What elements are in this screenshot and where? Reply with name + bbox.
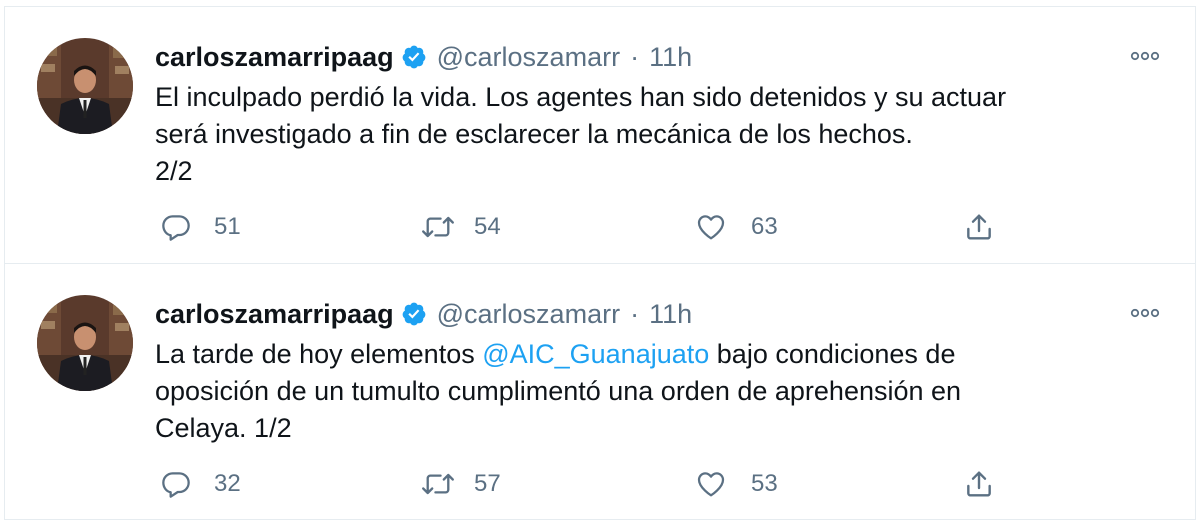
reply-icon bbox=[162, 215, 190, 241]
more-options-icon[interactable] bbox=[1125, 300, 1165, 326]
share-icon bbox=[967, 214, 991, 240]
like-count: 53 bbox=[751, 470, 778, 497]
like-count: 63 bbox=[751, 213, 778, 240]
retweet-icon bbox=[422, 216, 454, 238]
separator-dot: · bbox=[630, 298, 640, 329]
share-button[interactable] bbox=[963, 207, 1017, 247]
separator-dot: · bbox=[630, 41, 640, 72]
share-button[interactable] bbox=[963, 464, 1017, 504]
tweet-text-line: Celaya. 1/2 bbox=[155, 413, 292, 443]
reply-button[interactable]: 51 bbox=[160, 207, 241, 247]
tweet-actions: 32 57 53 bbox=[155, 464, 1015, 504]
heart-icon bbox=[697, 472, 725, 497]
tweet[interactable]: carloszamarripaag @carloszamarr · 11h La… bbox=[5, 264, 1195, 520]
retweet-count: 54 bbox=[474, 213, 501, 240]
reply-count: 51 bbox=[214, 213, 241, 240]
tweet-text-line: La tarde de hoy elementos @AIC_Guanajuat… bbox=[155, 336, 1155, 373]
verified-badge-icon bbox=[401, 44, 427, 70]
tweet[interactable]: carloszamarripaag @carloszamarr · 11h El… bbox=[5, 7, 1195, 264]
tweet-header: carloszamarripaag @carloszamarr · 11h bbox=[155, 294, 692, 334]
heart-icon bbox=[697, 215, 725, 240]
retweet-button[interactable]: 54 bbox=[420, 207, 501, 247]
tweet-text: El inculpado perdió la vida. Los agentes… bbox=[155, 79, 1155, 190]
tweet-text-line: 2/2 bbox=[155, 156, 193, 186]
timestamp[interactable]: 11h bbox=[649, 299, 692, 330]
display-name[interactable]: carloszamarripaag bbox=[155, 299, 394, 330]
tweet-header: carloszamarripaag @carloszamarr · 11h bbox=[155, 37, 692, 77]
retweet-icon bbox=[422, 473, 454, 495]
tweet-text-line: El inculpado perdió la vida. Los agentes… bbox=[155, 82, 1007, 112]
text-segment: La tarde de hoy elementos bbox=[155, 339, 483, 369]
share-icon bbox=[967, 471, 991, 497]
verified-badge-icon bbox=[401, 301, 427, 327]
user-handle[interactable]: @carloszamarr bbox=[437, 299, 620, 330]
avatar[interactable] bbox=[37, 295, 133, 391]
more-options-icon[interactable] bbox=[1125, 43, 1165, 69]
user-handle[interactable]: @carloszamarr bbox=[437, 42, 620, 73]
like-button[interactable]: 53 bbox=[695, 464, 778, 504]
retweet-button[interactable]: 57 bbox=[420, 464, 501, 504]
avatar[interactable] bbox=[37, 38, 133, 134]
timeline: carloszamarripaag @carloszamarr · 11h El… bbox=[4, 6, 1196, 520]
timestamp[interactable]: 11h bbox=[649, 42, 692, 73]
retweet-count: 57 bbox=[474, 470, 501, 497]
tweet-actions: 51 54 63 bbox=[155, 207, 1015, 247]
tweet-text-line: será investigado a fin de esclarecer la … bbox=[155, 119, 913, 149]
tweet-text: La tarde de hoy elementos @AIC_Guanajuat… bbox=[155, 336, 1155, 447]
reply-button[interactable]: 32 bbox=[160, 464, 241, 504]
text-segment: bajo condiciones de bbox=[709, 339, 956, 369]
reply-icon bbox=[162, 472, 190, 498]
mention-link[interactable]: @AIC_Guanajuato bbox=[482, 339, 709, 369]
like-button[interactable]: 63 bbox=[695, 207, 778, 247]
tweet-text-line: oposición de un tumulto cumplimentó una … bbox=[155, 376, 962, 406]
reply-count: 32 bbox=[214, 470, 241, 497]
display-name[interactable]: carloszamarripaag bbox=[155, 42, 394, 73]
